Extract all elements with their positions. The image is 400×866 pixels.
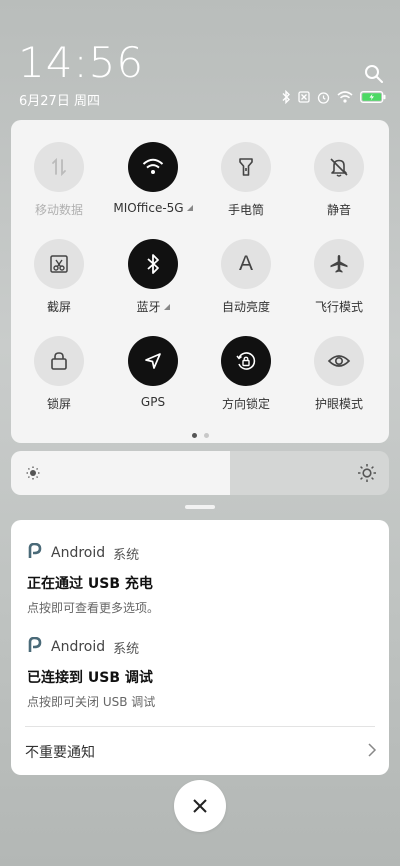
- tile-mobile-data[interactable]: 移动数据: [14, 142, 104, 218]
- tile-wifi[interactable]: MIOffice-5G: [108, 142, 198, 215]
- tile-label-wrap: MIOffice-5G: [108, 201, 198, 215]
- rotation-lock-icon: [221, 336, 271, 386]
- tile-label-wrap: 蓝牙: [108, 298, 198, 315]
- tile-label: 截屏: [46, 300, 71, 314]
- clear-all-button[interactable]: [174, 780, 226, 832]
- tile-flashlight[interactable]: 手电筒: [201, 142, 291, 218]
- tile-label: 锁屏: [46, 397, 71, 411]
- chevron-right-icon[interactable]: [367, 742, 377, 762]
- notification-text: 点按即可关闭 USB 调试: [27, 695, 156, 709]
- notification-title: 已连接到 USB 调试: [27, 670, 153, 686]
- tile-label: GPS: [140, 395, 166, 409]
- divider: [25, 726, 375, 727]
- android-p-icon: [27, 636, 43, 657]
- status-area: 14:56 6月27日 周四: [0, 0, 400, 110]
- tile-lock-screen[interactable]: 锁屏: [14, 336, 104, 412]
- search-icon[interactable]: [364, 64, 384, 84]
- expand-indicator-icon: [163, 304, 170, 310]
- notification-panel: Android 系统 正在通过 USB 充电 点按即可查看更多选项。 Andro…: [11, 520, 389, 775]
- auto-brightness-icon: A: [221, 239, 271, 289]
- unimportant-notifications-link[interactable]: 不重要通知: [25, 742, 95, 762]
- battery-charging-icon: [360, 91, 386, 103]
- mobile-data-icon: [34, 142, 84, 192]
- tile-label: 飞行模式: [314, 300, 363, 314]
- wifi-icon: [337, 91, 353, 103]
- tile-bluetooth[interactable]: 蓝牙: [108, 239, 198, 315]
- bluetooth-icon: [128, 239, 178, 289]
- quick-settings-panel: 移动数据 MIOffice-5G 手电筒 静音 截屏 蓝牙 A 自动亮度 飞行模…: [11, 120, 389, 443]
- location-arrow-icon: [128, 336, 178, 386]
- clock[interactable]: 14:56: [18, 38, 144, 87]
- notification-text: 点按即可查看更多选项。: [27, 601, 160, 615]
- date[interactable]: 6月27日 周四: [19, 90, 100, 109]
- brightness-low-icon: [25, 465, 41, 485]
- brightness-slider[interactable]: [11, 451, 389, 495]
- tile-label: 手电筒: [227, 203, 264, 217]
- tile-label: MIOffice-5G: [113, 201, 184, 215]
- notification-usb-debugging[interactable]: Android 系统 已连接到 USB 调试 点按即可关闭 USB 调试: [27, 636, 373, 710]
- system-icons: [281, 90, 386, 104]
- brightness-high-icon: [357, 463, 377, 487]
- tile-label: 静音: [326, 203, 351, 217]
- expand-indicator-icon: [186, 205, 193, 211]
- eye-icon: [314, 336, 364, 386]
- tile-label: 护眼模式: [314, 397, 363, 411]
- sim-off-icon: [298, 91, 310, 103]
- brightness-fill: [11, 451, 231, 495]
- tile-eye-care[interactable]: 护眼模式: [294, 336, 384, 412]
- notification-title: 正在通过 USB 充电: [27, 576, 153, 592]
- lock-icon: [34, 336, 84, 386]
- tile-airplane[interactable]: 飞行模式: [294, 239, 384, 315]
- tile-label: 自动亮度: [221, 300, 270, 314]
- tile-label: 移动数据: [34, 203, 83, 217]
- close-icon: [193, 799, 207, 813]
- notification-source: 系统: [113, 641, 140, 657]
- notification-app-name: Android: [51, 545, 106, 561]
- page-dot-active[interactable]: [191, 433, 197, 438]
- tile-gps[interactable]: GPS: [108, 336, 198, 409]
- notification-usb-charging[interactable]: Android 系统 正在通过 USB 充电 点按即可查看更多选项。: [27, 542, 373, 616]
- drag-handle[interactable]: [185, 505, 215, 509]
- tile-label: 方向锁定: [221, 397, 270, 411]
- airplane-icon: [314, 239, 364, 289]
- wifi-icon: [128, 142, 178, 192]
- tile-rotation-lock[interactable]: 方向锁定: [201, 336, 291, 412]
- alarm-icon: [317, 91, 330, 104]
- screenshot-icon: [34, 239, 84, 289]
- bell-off-icon: [314, 142, 364, 192]
- notification-source: 系统: [113, 547, 140, 563]
- bluetooth-icon: [281, 90, 291, 104]
- notification-header: Android 系统: [27, 636, 373, 657]
- tile-mute[interactable]: 静音: [294, 142, 384, 218]
- tile-auto-brightness[interactable]: A 自动亮度: [201, 239, 291, 315]
- auto-brightness-glyph: A: [238, 252, 253, 275]
- page-indicator: [11, 433, 389, 438]
- android-p-icon: [27, 542, 43, 563]
- notification-header: Android 系统: [27, 542, 373, 563]
- tile-label: 蓝牙: [136, 300, 161, 314]
- page-dot[interactable]: [203, 433, 209, 438]
- flashlight-icon: [221, 142, 271, 192]
- tile-screenshot[interactable]: 截屏: [14, 239, 104, 315]
- notification-app-name: Android: [51, 639, 106, 655]
